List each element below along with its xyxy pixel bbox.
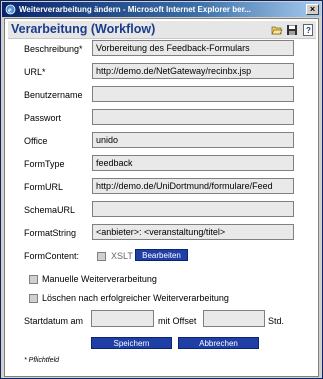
title-bar[interactable]: e Weiterverarbeitung ändern - Microsoft …: [2, 2, 321, 17]
speichern-button[interactable]: Speichern: [91, 337, 172, 349]
label-url: URL*: [24, 67, 46, 77]
label-beschreibung: Beschreibung*: [24, 44, 83, 54]
startdatum-input[interactable]: [91, 310, 154, 327]
office-input[interactable]: unido: [92, 132, 294, 148]
required-note: * Pflichtfeld: [24, 357, 60, 364]
formtype-input[interactable]: feedback: [92, 155, 294, 171]
url-input[interactable]: http://demo.de/NetGateway/recinbx.jsp: [92, 63, 294, 79]
main-panel: Verarbeitung (Workflow) ? Beschreibung*: [4, 18, 319, 377]
schemaurl-input[interactable]: [92, 201, 294, 217]
folder-open-icon[interactable]: [271, 24, 283, 36]
svg-text:?: ?: [306, 26, 311, 35]
label-schemaurl: SchemaURL: [24, 205, 76, 215]
label-formcontent: FormContent:: [24, 251, 80, 261]
beschreibung-input[interactable]: Vorbereitung des Feedback-Formulars: [92, 40, 294, 56]
svg-text:e: e: [8, 6, 12, 15]
label-passwort: Passwort: [24, 113, 62, 123]
label-office: Office: [24, 136, 48, 146]
abbrechen-button[interactable]: Abbrechen: [178, 337, 259, 349]
label-formurl: FormURL: [24, 182, 64, 192]
dialog-window: e Weiterverarbeitung ändern - Microsoft …: [0, 0, 323, 379]
loeschen-checkbox[interactable]: [29, 294, 38, 303]
offset-input[interactable]: [203, 310, 265, 327]
passwort-input[interactable]: [92, 109, 294, 125]
label-benutzername: Benutzername: [24, 90, 83, 100]
label-formtype: FormType: [24, 159, 65, 169]
loeschen-label: Löschen nach erfolgreicher Weiterverarbe…: [42, 293, 229, 303]
formatstring-input[interactable]: <anbieter>: <veranstaltung/titel>: [92, 224, 294, 240]
window-title: Weiterverarbeitung ändern - Microsoft In…: [19, 5, 251, 14]
xslt-label: XSLT: [111, 251, 133, 261]
formurl-input[interactable]: http://demo.de/UniDortmund/formulare/Fee…: [92, 178, 294, 194]
close-button[interactable]: ×: [306, 4, 319, 15]
label-offset: mit Offset: [158, 316, 197, 326]
help-icon[interactable]: ?: [302, 24, 314, 36]
benutzername-input[interactable]: [92, 86, 294, 102]
bearbeiten-button[interactable]: Bearbeiten: [135, 249, 188, 261]
ie-icon: e: [5, 4, 16, 15]
page-title: Verarbeitung (Workflow): [11, 22, 156, 36]
panel-header: Verarbeitung (Workflow) ?: [8, 21, 316, 39]
manuelle-weiterverarbeitung-checkbox[interactable]: [29, 275, 38, 284]
xslt-checkbox[interactable]: [97, 252, 106, 261]
label-startdatum: Startdatum am: [24, 316, 84, 326]
save-icon[interactable]: [286, 24, 298, 36]
label-formatstring: FormatString: [24, 228, 77, 238]
label-std: Std.: [268, 316, 285, 326]
manuelle-weiterverarbeitung-label: Manuelle Weiterverarbeitung: [42, 274, 157, 284]
